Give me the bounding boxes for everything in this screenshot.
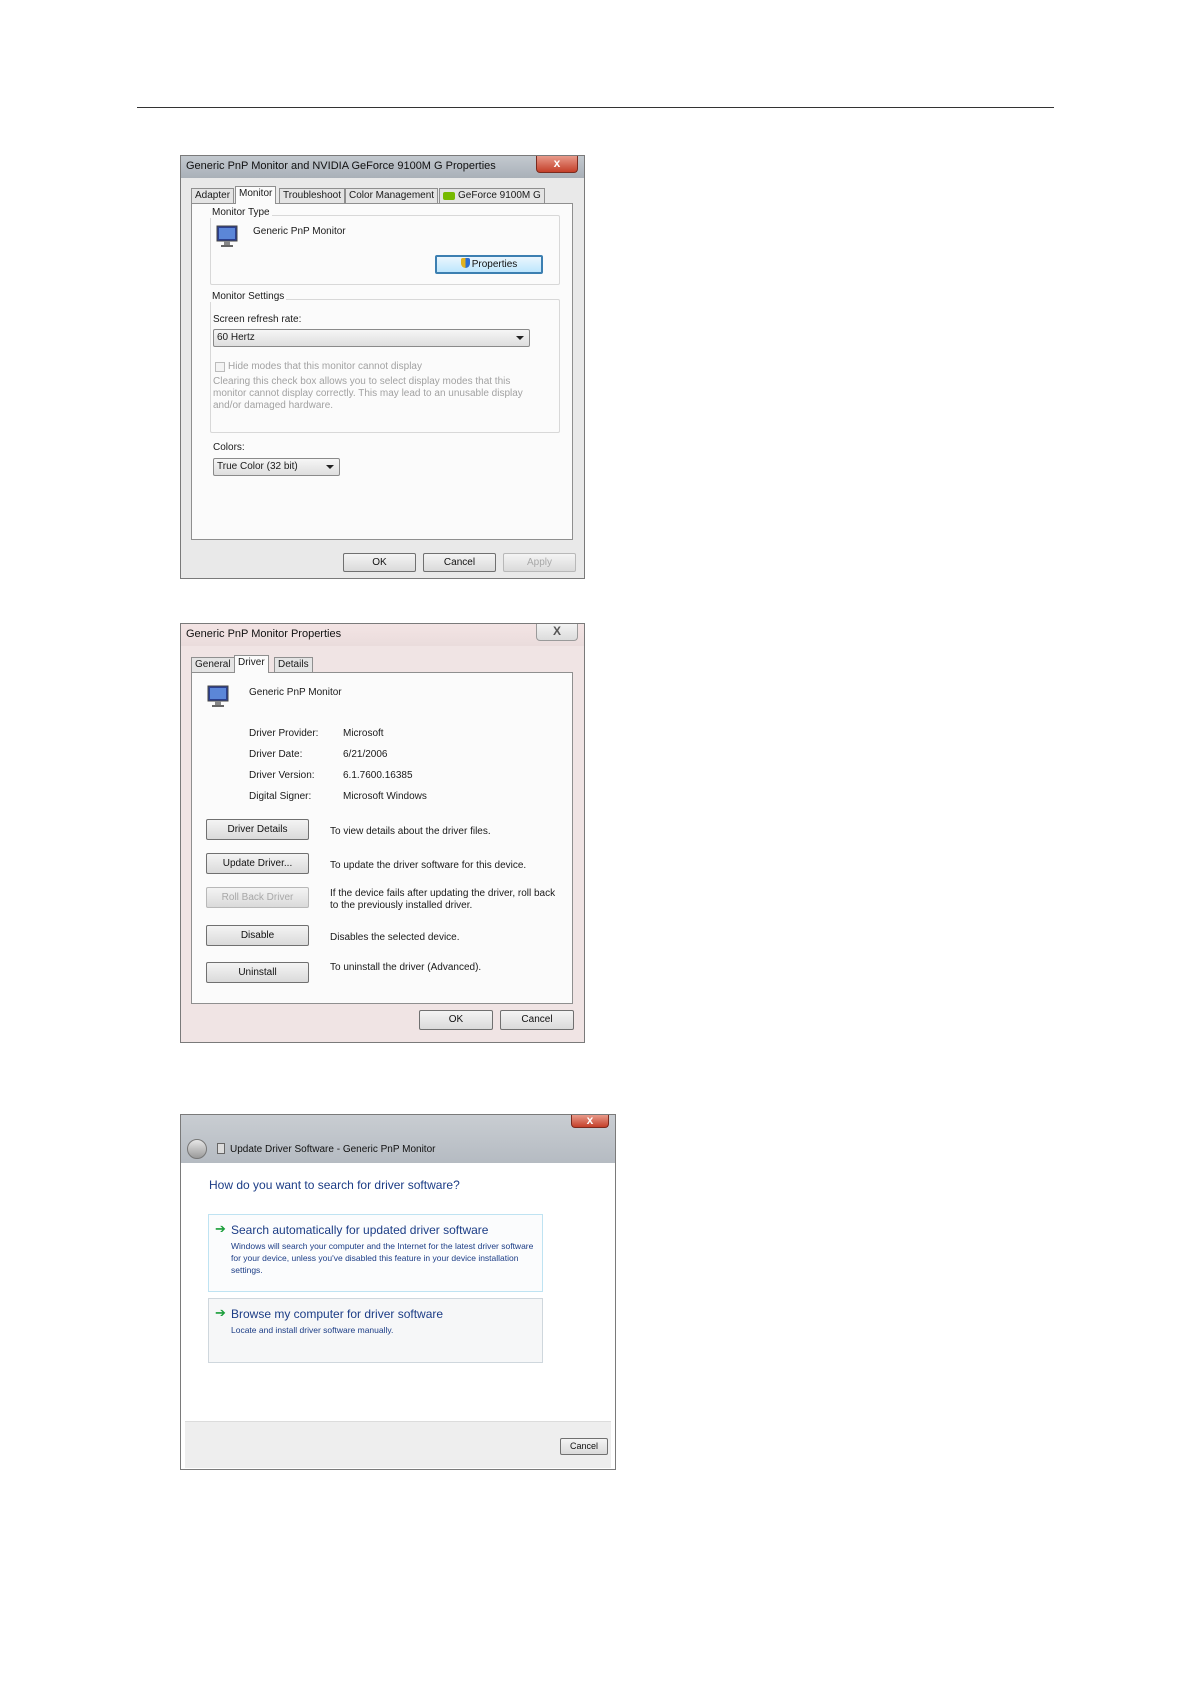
properties-button-label: Properties [471,259,518,270]
window-title: Generic PnP Monitor and NVIDIA GeForce 9… [186,160,496,172]
update-driver-button[interactable]: Update Driver... [206,853,309,874]
device-name: Generic PnP Monitor [249,687,342,698]
uninstall-button[interactable]: Uninstall [206,962,309,983]
wizard-title-bar: Update Driver Software - Generic PnP Mon… [181,1114,615,1163]
browse-computer-option[interactable]: ➔ Browse my computer for driver software… [208,1298,543,1363]
tab-details[interactable]: Details [274,657,313,672]
cancel-button[interactable]: Cancel [423,553,496,572]
green-arrow-icon: ➔ [215,1305,226,1320]
header-rule [137,107,1054,108]
tab-general[interactable]: General [191,657,235,672]
uninstall-desc: To uninstall the driver (Advanced). [330,962,482,973]
monitor-name: Generic PnP Monitor [253,226,346,237]
driver-date-value: 6/21/2006 [343,749,388,760]
apply-button[interactable]: Apply [503,553,576,572]
title-bar: Generic PnP Monitor and NVIDIA GeForce 9… [181,156,584,178]
tab-troubleshoot[interactable]: Troubleshoot [279,188,345,203]
title-bar: Generic PnP Monitor Properties X [181,624,584,646]
wizard-question: How do you want to search for driver sof… [209,1178,460,1192]
display-properties-dialog: Generic PnP Monitor and NVIDIA GeForce 9… [180,155,585,579]
update-driver-wizard: Update Driver Software - Generic PnP Mon… [180,1114,616,1470]
properties-button[interactable]: Properties [435,255,543,274]
green-arrow-icon: ➔ [215,1221,226,1236]
digital-signer-label: Digital Signer: [249,791,312,802]
tab-geforce[interactable]: GeForce 9100M G [439,188,545,203]
monitor-properties-dialog: Generic PnP Monitor Properties X General… [180,623,585,1043]
driver-provider-label: Driver Provider: [249,728,319,739]
wizard-footer: Cancel [185,1421,611,1468]
roll-back-driver-desc: If the device fails after updating the d… [330,888,556,911]
close-button[interactable]: x [571,1114,609,1128]
monitor-icon [207,685,229,707]
driver-version-label: Driver Version: [249,770,315,781]
roll-back-driver-button[interactable]: Roll Back Driver [206,887,309,908]
search-automatically-option[interactable]: ➔ Search automatically for updated drive… [208,1214,543,1292]
search-automatically-desc: Windows will search your computer and th… [231,1241,534,1275]
close-button[interactable]: x [536,156,578,173]
ok-button[interactable]: OK [419,1010,493,1030]
driver-date-label: Driver Date: [249,749,303,760]
ok-button[interactable]: OK [343,553,416,572]
shield-icon [460,258,470,268]
window-title: Generic PnP Monitor Properties [186,628,342,640]
window-title: Update Driver Software - Generic PnP Mon… [230,1144,436,1155]
chevron-down-icon [516,336,524,340]
chevron-down-icon [326,465,334,469]
colors-label: Colors: [213,442,245,453]
driver-details-button[interactable]: Driver Details [206,819,309,840]
tab-driver[interactable]: Driver [234,655,269,673]
monitor-icon [216,225,238,247]
browse-computer-desc: Locate and install driver software manua… [231,1325,394,1335]
disable-button[interactable]: Disable [206,925,309,946]
tab-adapter[interactable]: Adapter [191,188,235,203]
device-manager-icon [217,1143,225,1154]
monitor-tab-panel: Monitor Type Generic PnP Monitor Propert… [191,203,573,540]
cancel-button[interactable]: Cancel [500,1010,574,1030]
digital-signer-value: Microsoft Windows [343,791,427,802]
monitor-settings-label: Monitor Settings [210,291,287,302]
driver-version-value: 6.1.7600.16385 [343,770,413,781]
search-automatically-title: Search automatically for updated driver … [231,1223,489,1237]
colors-select[interactable]: True Color (32 bit) [213,458,340,476]
hide-modes-checkbox[interactable] [215,362,225,372]
tab-monitor[interactable]: Monitor [235,186,277,204]
update-driver-desc: To update the driver software for this d… [330,860,527,871]
hide-modes-label: Hide modes that this monitor cannot disp… [228,361,422,372]
monitor-type-label: Monitor Type [210,207,272,218]
driver-details-desc: To view details about the driver files. [330,826,491,837]
refresh-rate-select[interactable]: 60 Hertz [213,329,530,347]
browse-computer-title: Browse my computer for driver software [231,1307,444,1321]
wizard-content: How do you want to search for driver sof… [185,1163,611,1421]
nvidia-icon [443,192,455,200]
refresh-rate-value: 60 Hertz [217,332,255,343]
close-button[interactable]: X [536,624,578,641]
refresh-rate-label: Screen refresh rate: [213,314,302,325]
driver-provider-value: Microsoft [343,728,384,739]
disable-desc: Disables the selected device. [330,932,460,943]
tab-geforce-label: GeForce 9100M G [458,190,541,201]
back-arrow-icon[interactable] [187,1139,207,1159]
colors-value: True Color (32 bit) [217,461,298,472]
cancel-button[interactable]: Cancel [560,1438,608,1455]
driver-tab-panel: Generic PnP Monitor Driver Provider: Mic… [191,672,573,1004]
tab-color-management[interactable]: Color Management [345,188,439,203]
hide-modes-description: Clearing this check box allows you to se… [213,376,523,411]
